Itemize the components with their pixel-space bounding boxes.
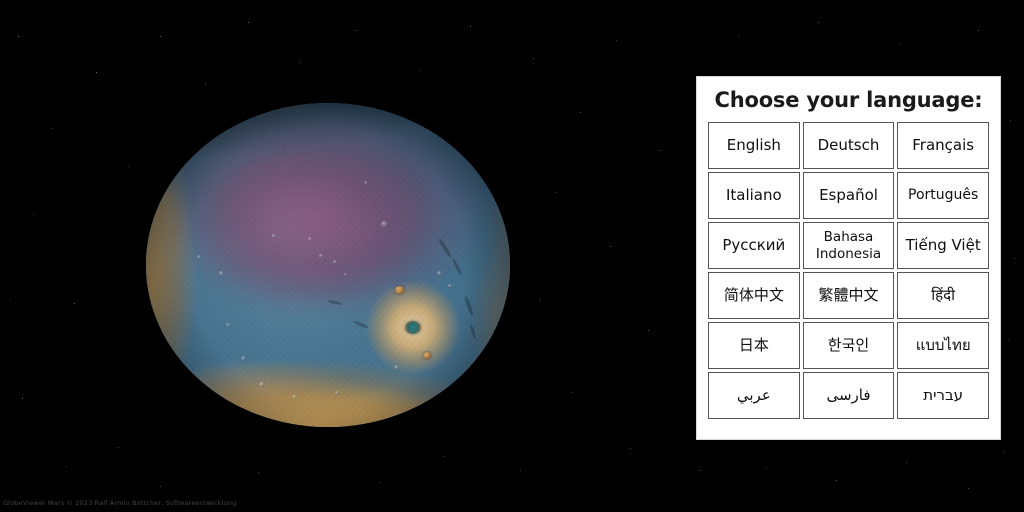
globeviewer-app-window: Choose your language: English Deutsch Fran… bbox=[0, 0, 1024, 512]
language-grid: English Deutsch Français Italiano Español Por… bbox=[708, 122, 989, 419]
star bbox=[520, 470, 521, 471]
star bbox=[540, 300, 541, 301]
language-option-18[interactable]: עברית bbox=[897, 372, 989, 419]
star bbox=[818, 22, 820, 24]
star bbox=[380, 482, 381, 483]
star bbox=[128, 166, 129, 167]
star bbox=[766, 468, 767, 469]
star bbox=[700, 470, 702, 472]
star bbox=[420, 70, 421, 71]
star bbox=[1014, 258, 1016, 260]
star bbox=[610, 246, 612, 248]
language-option-6[interactable]: Português bbox=[897, 172, 989, 219]
star bbox=[74, 303, 76, 305]
star bbox=[258, 472, 259, 473]
language-option-15[interactable]: แบบไทย bbox=[897, 322, 989, 369]
star bbox=[66, 466, 67, 467]
star bbox=[580, 112, 582, 114]
star bbox=[1008, 340, 1009, 341]
star bbox=[52, 128, 53, 129]
star bbox=[356, 30, 358, 32]
star bbox=[572, 392, 573, 393]
star bbox=[205, 84, 206, 85]
star bbox=[22, 398, 24, 400]
language-option-8[interactable]: Bahasa Indonesia bbox=[802, 222, 895, 269]
language-panel-title: Choose your language: bbox=[714, 88, 983, 112]
star bbox=[444, 456, 446, 458]
star bbox=[160, 486, 162, 488]
star bbox=[906, 462, 907, 463]
star bbox=[1004, 452, 1005, 453]
star bbox=[248, 22, 250, 24]
star bbox=[978, 30, 980, 32]
star bbox=[648, 330, 650, 332]
star bbox=[1010, 120, 1011, 121]
language-option-10[interactable]: 简体中文 bbox=[708, 272, 800, 319]
language-option-7[interactable]: Русский bbox=[708, 222, 800, 269]
language-selection-panel: Choose your language: English Deutsch Fran… bbox=[697, 77, 1000, 439]
language-option-13[interactable]: 日本 bbox=[708, 322, 800, 369]
star bbox=[300, 62, 301, 63]
star bbox=[738, 36, 739, 37]
star bbox=[630, 448, 632, 450]
star bbox=[968, 488, 970, 490]
star bbox=[118, 447, 119, 448]
language-option-4[interactable]: Italiano bbox=[708, 172, 800, 219]
star bbox=[96, 72, 98, 74]
star bbox=[836, 480, 838, 482]
language-option-3[interactable]: Français bbox=[897, 122, 989, 169]
star bbox=[660, 150, 662, 152]
language-option-14[interactable]: 한국인 bbox=[802, 322, 895, 369]
language-option-5[interactable]: Español bbox=[802, 172, 895, 219]
globe-sphere[interactable] bbox=[146, 103, 510, 427]
star bbox=[10, 300, 11, 301]
mars-globe[interactable] bbox=[146, 103, 510, 427]
language-option-9[interactable]: Tiếng Việt bbox=[897, 222, 989, 269]
language-option-16[interactable]: عربي bbox=[708, 372, 800, 419]
star bbox=[616, 40, 617, 41]
language-option-11[interactable]: 繁體中文 bbox=[802, 272, 895, 319]
language-option-17[interactable]: فارسی bbox=[802, 372, 895, 419]
language-option-12[interactable]: हिंदी bbox=[897, 272, 989, 319]
star bbox=[33, 214, 34, 215]
language-option-2[interactable]: Deutsch bbox=[802, 122, 895, 169]
copyright-watermark: GlobeViewer Mars © 2023 Ralf Armin Böttc… bbox=[3, 499, 237, 507]
globe-shading-layer bbox=[146, 103, 510, 427]
star bbox=[556, 192, 557, 193]
star bbox=[160, 36, 162, 38]
star bbox=[533, 58, 534, 59]
language-option-1[interactable]: English bbox=[708, 122, 800, 169]
star bbox=[900, 44, 901, 45]
star bbox=[470, 26, 472, 28]
star bbox=[18, 36, 20, 38]
